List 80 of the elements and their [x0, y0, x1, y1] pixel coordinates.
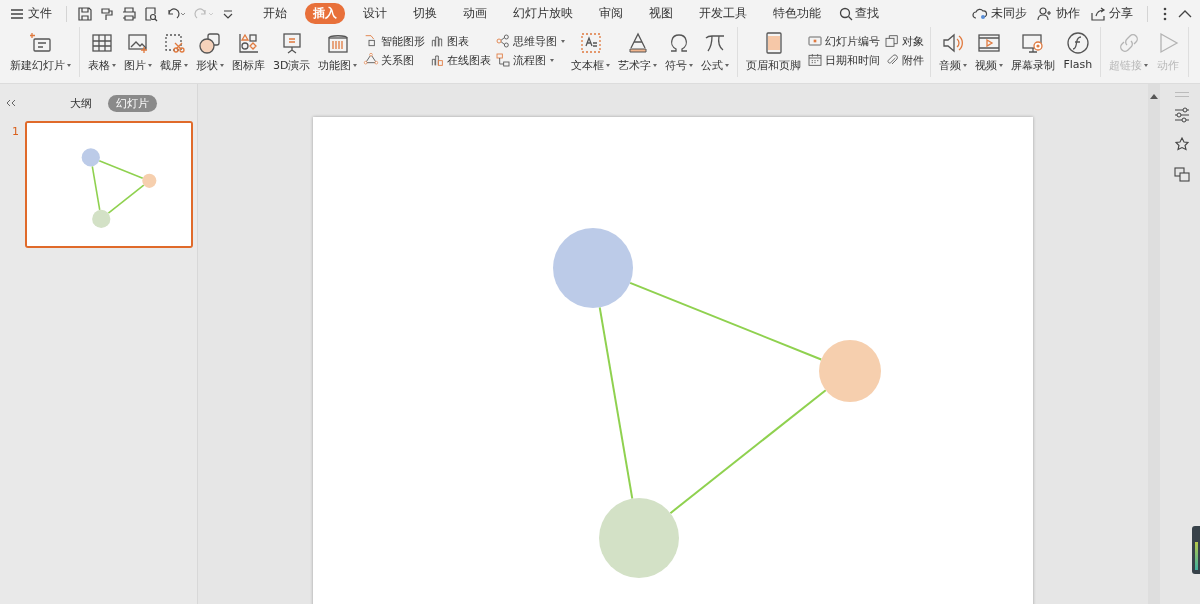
- ribbon-button[interactable]: 附件: [884, 52, 925, 68]
- new-slide-icon: [28, 31, 53, 55]
- ribbon-tab[interactable]: 开发工具: [691, 3, 755, 24]
- ribbon-button[interactable]: 关系图: [363, 52, 426, 68]
- ribbon-button[interactable]: 智能图形: [363, 33, 426, 49]
- ribbon-button[interactable]: 在线图表: [429, 52, 492, 68]
- slide-number-icon: [807, 33, 824, 49]
- menu-icon: [10, 7, 24, 20]
- add-user-icon: [1037, 6, 1053, 21]
- ribbon-button[interactable]: 屏幕录制: [1009, 29, 1058, 75]
- ribbon-button[interactable]: 3D演示: [271, 29, 313, 75]
- ribbon-button[interactable]: 文本框: [569, 29, 613, 75]
- ribbon-tab[interactable]: 切换: [405, 3, 445, 24]
- meter-widget[interactable]: [1192, 526, 1200, 574]
- relation-graph-icon: [363, 52, 380, 68]
- collapse-ribbon-icon[interactable]: [1178, 8, 1192, 19]
- ribbon-tab[interactable]: 开始: [255, 3, 295, 24]
- text-box-icon: [578, 31, 603, 55]
- toolbar-action-button[interactable]: 分享: [1090, 5, 1133, 22]
- search-icon: [839, 6, 853, 21]
- ribbon-button[interactable]: 日期和时间: [807, 52, 881, 68]
- save-icon[interactable]: [77, 5, 93, 22]
- ribbon-button[interactable]: 图标库: [230, 29, 267, 75]
- icon-library-icon: [236, 31, 261, 55]
- ribbon-button[interactable]: 幻灯片编号: [807, 33, 881, 49]
- table-icon: [90, 31, 114, 55]
- ribbon-button[interactable]: Flash: [1061, 29, 1095, 73]
- slide-thumbnail[interactable]: [25, 121, 193, 248]
- screen-record-icon: [1021, 31, 1046, 55]
- ribbon-button[interactable]: 新建幻灯片: [8, 29, 73, 75]
- mind-map-icon: [495, 33, 512, 49]
- panel-tab[interactable]: 大纲: [62, 94, 100, 112]
- swap-windows-icon[interactable]: [1173, 167, 1190, 183]
- ribbon-button[interactable]: 页眉和页脚: [744, 29, 804, 75]
- ribbon-button[interactable]: 图片: [122, 29, 154, 75]
- ribbon-button[interactable]: 视频: [973, 29, 1006, 75]
- search-button[interactable]: 查找: [839, 5, 879, 22]
- ribbon-tab[interactable]: 视图: [641, 3, 681, 24]
- ribbon-button[interactable]: 公式: [699, 29, 732, 75]
- format-painter-icon[interactable]: [99, 5, 115, 22]
- ribbon-button[interactable]: 思维导图: [495, 33, 566, 49]
- star-sparkle-icon[interactable]: [1173, 137, 1190, 153]
- calendar-icon: [807, 52, 824, 68]
- scroll-up-arrow-icon[interactable]: [1150, 94, 1158, 99]
- ribbon-button[interactable]: 形状: [194, 29, 226, 75]
- collapse-panel-icon[interactable]: [6, 99, 16, 107]
- ribbon-button[interactable]: 音频: [937, 29, 970, 75]
- toolbar-action-button[interactable]: 协作: [1037, 5, 1080, 22]
- ribbon-button[interactable]: 功能图: [316, 29, 360, 75]
- ribbon-tab[interactable]: 特色功能: [765, 3, 829, 24]
- shapes-icon: [198, 31, 222, 55]
- online-chart-icon: [429, 52, 446, 68]
- print-icon[interactable]: [121, 5, 137, 22]
- flowchart-icon: [495, 52, 512, 68]
- ribbon-button[interactable]: 图表: [429, 33, 492, 49]
- crop-icon: [162, 31, 186, 55]
- ribbon-button[interactable]: 表格: [86, 29, 118, 75]
- slide-number: 1: [12, 125, 19, 138]
- ribbon-button[interactable]: 对象: [884, 33, 925, 49]
- object-icon: [884, 33, 901, 49]
- ribbon-tab[interactable]: 动画: [455, 3, 495, 24]
- ribbon-tab[interactable]: 幻灯片放映: [505, 3, 581, 24]
- grip-handle[interactable]: [1174, 92, 1189, 97]
- ribbon-tab[interactable]: 审阅: [591, 3, 631, 24]
- flash-icon: [1065, 31, 1090, 55]
- cloud-icon: [972, 6, 988, 21]
- toolbar-action-button[interactable]: 未同步: [972, 5, 1027, 22]
- settings-sliders-icon[interactable]: [1173, 107, 1190, 123]
- print-preview-icon[interactable]: [143, 5, 159, 22]
- video-icon: [977, 31, 1002, 55]
- ribbon-button[interactable]: 艺术字: [616, 29, 660, 75]
- ribbon-button[interactable]: 流程图: [495, 52, 566, 68]
- image-icon: [126, 31, 150, 55]
- more-options-icon[interactable]: [1162, 5, 1168, 22]
- ribbon-button[interactable]: 符号: [663, 29, 696, 75]
- file-menu-button[interactable]: 文件: [10, 5, 52, 22]
- share-icon: [1090, 6, 1106, 21]
- ribbon-button[interactable]: 截屏: [158, 29, 190, 75]
- speaker-icon: [941, 31, 966, 55]
- ribbon-tab[interactable]: 设计: [355, 3, 395, 24]
